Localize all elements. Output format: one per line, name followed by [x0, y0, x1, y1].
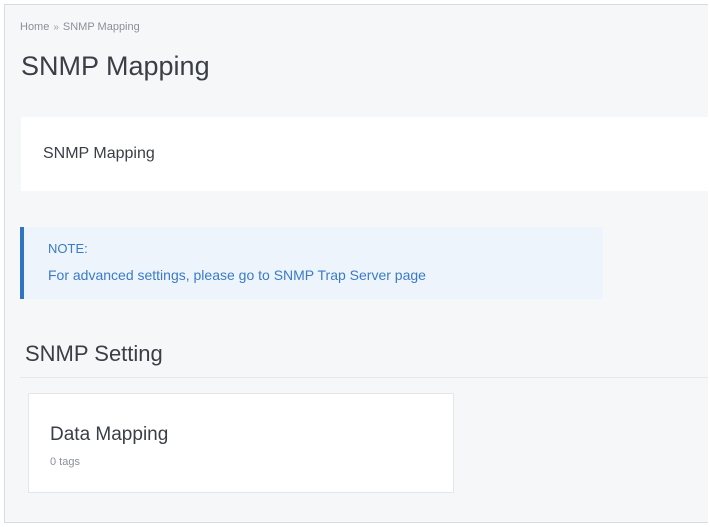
note-message: For advanced settings, please go to SNMP…	[48, 267, 426, 283]
main-content: Home » SNMP Mapping SNMP Mapping SNMP Ma…	[4, 4, 708, 523]
snmp-setting-title: SNMP Setting	[25, 341, 163, 366]
note-callout: NOTE: For advanced settings, please go t…	[20, 227, 603, 299]
page-title: SNMP Mapping	[21, 51, 210, 81]
breadcrumb-home-link[interactable]: Home	[20, 21, 49, 33]
note-heading: NOTE:	[48, 241, 88, 256]
breadcrumb-current: SNMP Mapping	[62, 21, 140, 33]
data-mapping-title: Data Mapping	[50, 424, 169, 445]
breadcrumb: Home » SNMP Mapping	[20, 21, 140, 33]
snmp-mapping-panel: SNMP Mapping	[21, 117, 708, 191]
breadcrumb-separator-icon: »	[53, 21, 59, 33]
section-divider	[20, 377, 708, 378]
snmp-mapping-panel-label: SNMP Mapping	[43, 145, 155, 162]
data-mapping-tag-count: 0 tags	[50, 456, 80, 468]
data-mapping-card[interactable]: Data Mapping 0 tags	[28, 393, 454, 493]
